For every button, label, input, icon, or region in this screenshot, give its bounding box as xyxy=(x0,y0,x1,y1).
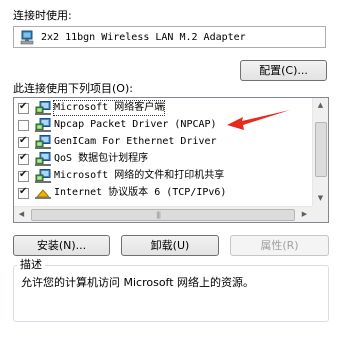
list-item[interactable]: ✔ Internet 协议版本 6 (TCP/IPv6) xyxy=(14,185,312,201)
red-arrow-icon xyxy=(227,110,290,130)
network-client-icon xyxy=(35,101,51,115)
item-checkbox[interactable]: ✔ xyxy=(18,135,29,148)
item-checkbox[interactable]: ✔ xyxy=(18,186,29,199)
list-item[interactable]: ✔ Microsoft 网络的文件和打印机共享 xyxy=(14,168,312,184)
item-checkbox[interactable]: ✔ xyxy=(18,169,29,182)
network-client-icon xyxy=(35,118,51,132)
scrollbar-corner xyxy=(312,206,328,222)
network-client-icon xyxy=(35,169,51,183)
connect-using-label: 连接时使用: xyxy=(13,9,72,22)
horizontal-scrollbar[interactable]: ◀ ||| ▶ xyxy=(14,206,312,222)
properties-button[interactable]: 属性(R) xyxy=(230,235,329,256)
checkmark-icon: ✔ xyxy=(19,186,28,197)
item-checkbox[interactable]: ✔ xyxy=(18,152,29,165)
checkmark-icon: ✔ xyxy=(19,169,28,180)
network-card-icon xyxy=(19,30,35,48)
vertical-scrollbar[interactable]: ▲ ▼ xyxy=(312,98,328,206)
horizontal-scroll-thumb[interactable]: ||| xyxy=(31,209,295,221)
list-item[interactable]: ✔ QoS 数据包计划程序 xyxy=(14,151,312,167)
item-checkbox[interactable] xyxy=(18,120,29,131)
scroll-right-icon[interactable]: ▶ xyxy=(297,207,312,222)
item-checkbox[interactable]: ✔ xyxy=(18,101,29,114)
list-item-label: Internet 协议版本 6 (TCP/IPv6) xyxy=(54,187,227,198)
checkmark-icon: ✔ xyxy=(19,152,28,163)
list-item[interactable]: ✔ GenICam For Ethernet Driver xyxy=(14,134,312,150)
protocol-icon xyxy=(35,186,51,200)
scroll-down-icon[interactable]: ▼ xyxy=(313,191,328,206)
list-item-label: QoS 数据包计划程序 xyxy=(54,153,149,164)
list-item-label: Npcap Packet Driver (NPCAP) xyxy=(54,119,217,130)
scroll-left-icon[interactable]: ◀ xyxy=(14,207,29,222)
checkmark-icon: ✔ xyxy=(19,101,28,112)
checkmark-icon: ✔ xyxy=(19,135,28,146)
adapter-field: 2x2 11bgn Wireless LAN M.2 Adapter xyxy=(13,26,326,48)
list-item-label: Microsoft 网络客户端 xyxy=(52,100,166,116)
install-button[interactable]: 安装(N)... xyxy=(13,235,110,256)
description-group xyxy=(13,265,329,322)
uninstall-button[interactable]: 卸载(U) xyxy=(121,235,219,256)
configure-button[interactable]: 配置(C)... xyxy=(240,60,327,81)
list-item-label: Microsoft 网络的文件和打印机共享 xyxy=(54,170,225,181)
adapter-name: 2x2 11bgn Wireless LAN M.2 Adapter xyxy=(41,32,246,43)
network-client-icon xyxy=(35,152,51,166)
grip-icon: ||| xyxy=(156,211,161,219)
description-text: 允许您的计算机访问 Microsoft 网络上的资源。 xyxy=(21,276,255,289)
components-label: 此连接使用下列项目(O): xyxy=(13,82,133,95)
scroll-up-icon[interactable]: ▲ xyxy=(313,98,328,113)
list-item-label: GenICam For Ethernet Driver xyxy=(54,136,217,147)
description-legend: 描述 xyxy=(17,258,45,271)
network-client-icon xyxy=(35,135,51,149)
vertical-scroll-thumb[interactable] xyxy=(315,122,327,177)
